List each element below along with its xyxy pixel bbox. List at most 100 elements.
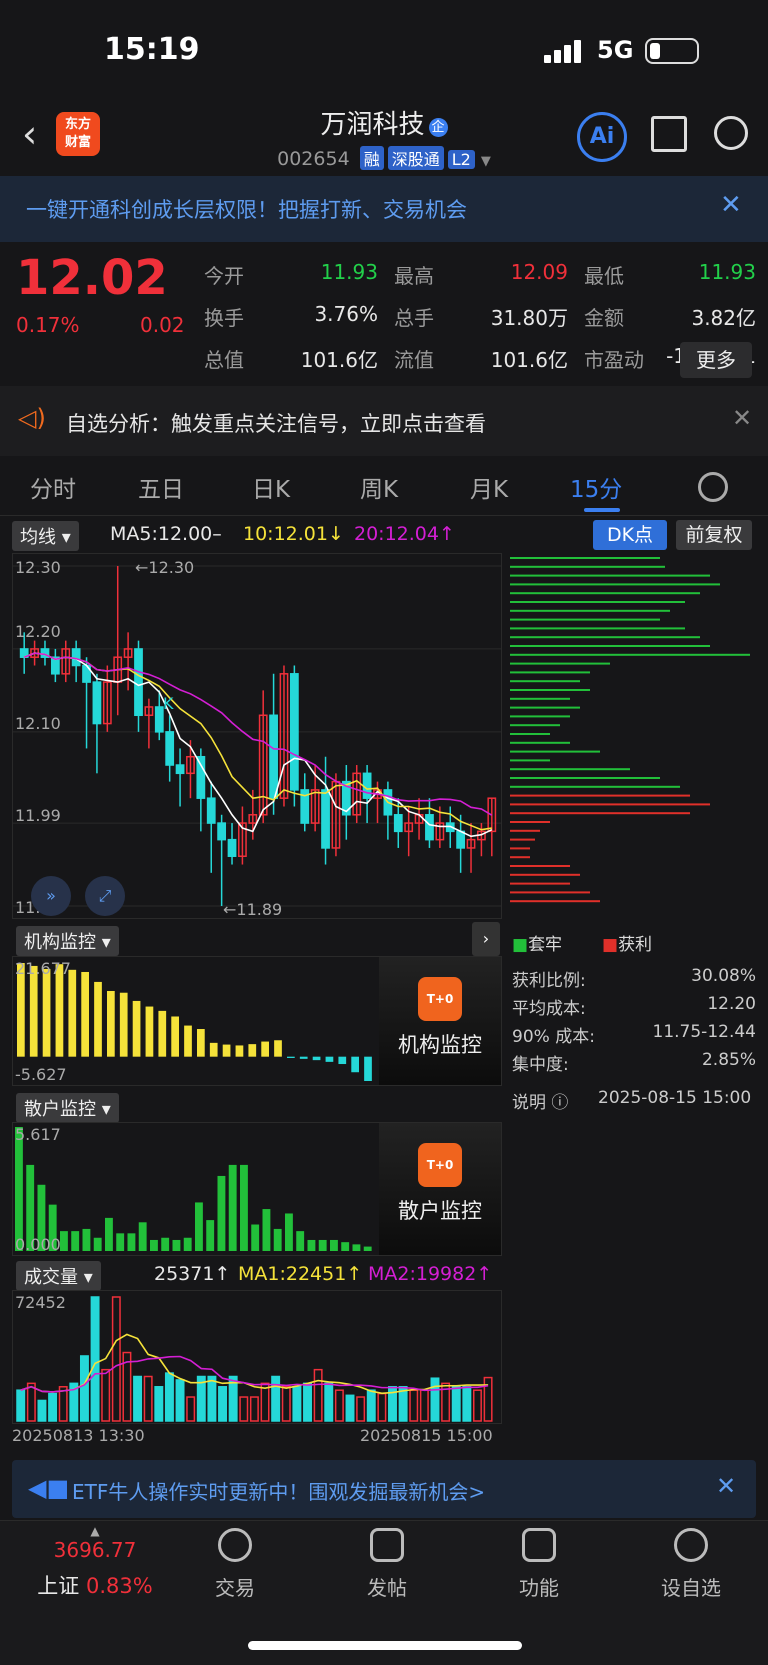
chip-stat-value: 12.20 [707, 994, 756, 1014]
close-icon[interactable]: ✕ [716, 1472, 736, 1500]
ytick-label: 12.10 [15, 714, 61, 733]
tab-weekly[interactable]: 周K [360, 470, 398, 504]
search-icon[interactable] [714, 116, 748, 150]
institution-bar [171, 1016, 179, 1057]
institution-bar [222, 1044, 231, 1057]
kline-svg [13, 565, 501, 907]
retail-promo[interactable]: T+0 散户监控 [379, 1123, 501, 1255]
xaxis-end: 20250815 15:00 [360, 1426, 493, 1445]
close-icon[interactable]: ✕ [720, 190, 742, 220]
low-marker: ←11.89 [223, 900, 283, 919]
candle-body [362, 772, 372, 799]
volume-bar [377, 1392, 387, 1422]
retail-ymin: 0.000 [15, 1235, 61, 1254]
chip-bar-profit [510, 891, 590, 894]
more-button[interactable]: 更多 [680, 342, 752, 378]
volume-bar [239, 1396, 249, 1422]
volume-bar [345, 1394, 355, 1422]
promo-banner-bottom[interactable]: ◀■ ETF牛人操作实时更新中！围观发掘最新机会> ✕ [12, 1460, 756, 1518]
volume-bar [37, 1399, 47, 1422]
retail-bar [341, 1242, 350, 1251]
adjust-button[interactable]: 前复权 [676, 520, 752, 550]
volume-bar [366, 1389, 376, 1422]
volume-chart[interactable]: 72452 [12, 1290, 502, 1424]
active-tab-indicator [584, 508, 620, 512]
legend-hold-text: 套牢 [528, 935, 563, 955]
nav-post[interactable]: 发帖 [332, 1528, 442, 1601]
yen-icon [218, 1528, 252, 1562]
institution-ymax: 21.677 [15, 959, 71, 978]
retail-bar [195, 1202, 203, 1251]
institution-bar [287, 1056, 295, 1058]
indicator-dropdown[interactable]: 均线 ▾ [12, 521, 79, 551]
promo-banner-top[interactable]: 一键开通科创成长层权限！把握打新、交易机会 ✕ [0, 176, 768, 242]
chevron-right-icon[interactable]: › [472, 922, 500, 956]
institution-bar [248, 1044, 257, 1057]
ma10-line [23, 652, 492, 831]
share-icon[interactable] [651, 116, 687, 152]
tab-monthly[interactable]: 月K [470, 470, 508, 504]
legend-profit-swatch: ■ [602, 935, 619, 955]
ytick-label: 11.99 [15, 806, 61, 825]
battery-icon [645, 38, 699, 64]
nav-add-watchlist[interactable]: 设自选 [636, 1528, 746, 1601]
last-price: 12.02 [16, 250, 168, 306]
index-widget[interactable]: ▲ 3696.77 上证 0.83% [20, 1524, 170, 1600]
analysis-alert[interactable]: ◁) 自选分析：触发重点关注信号，立即点击查看 ✕ [0, 386, 768, 456]
institution-bar [274, 1040, 282, 1057]
quote-field-value: 11.93 [320, 260, 378, 284]
chip-bar-hold [510, 565, 665, 568]
quote-field-label: 市盈动 [584, 348, 644, 372]
k-marker: K [163, 694, 174, 713]
ai-button[interactable]: Ai [577, 112, 627, 162]
enterprise-badge: 企 [428, 118, 448, 137]
institution-bar [299, 1056, 308, 1059]
institution-promo[interactable]: T+0 机构监控 [379, 957, 501, 1085]
close-icon[interactable]: ✕ [732, 404, 752, 432]
institution-bar [338, 1056, 347, 1065]
volume-ma1: MA1:22451↑ [238, 1263, 363, 1285]
retail-bar [330, 1239, 338, 1251]
chip-bar-hold [510, 671, 590, 674]
chip-bar-hold [510, 697, 570, 700]
institution-dropdown[interactable]: 机构监控 ▾ [16, 926, 119, 956]
fullscreen-icon[interactable]: ⤢ [85, 876, 125, 916]
chip-bar-profit [510, 873, 580, 876]
volume-bar [16, 1389, 26, 1422]
ma5-label: MA5:12.00– [110, 523, 222, 545]
institution-bar [351, 1056, 359, 1073]
volume-dropdown[interactable]: 成交量 ▾ [16, 1261, 101, 1291]
signal-icon [544, 40, 584, 63]
tab-daily[interactable]: 日K [252, 470, 290, 504]
tab-5day[interactable]: 五日 [138, 470, 184, 504]
volume-bar [186, 1396, 196, 1422]
chip-distribution [510, 553, 760, 919]
retail-bar [15, 1127, 23, 1251]
chip-note-text: 说明 [512, 1093, 546, 1113]
volume-bar [281, 1386, 291, 1422]
retail-bar [318, 1239, 327, 1251]
expand-icon[interactable]: » [31, 876, 71, 916]
chip-note[interactable]: 说明 ⓘ [512, 1088, 568, 1113]
retail-bar [273, 1228, 282, 1251]
chip-bar-hold [510, 645, 710, 647]
volume-bar [356, 1396, 366, 1422]
kline-chart[interactable]: 12.30 12.20 12.10 11.99 11.89 ←12.30 ←11… [12, 553, 502, 919]
quote-field-label: 换手 [204, 306, 244, 330]
nav-trade[interactable]: 交易 [180, 1528, 290, 1601]
tab-intraday[interactable]: 分时 [30, 470, 76, 504]
retail-bar [138, 1222, 147, 1251]
tag-connect: 深股通 [387, 146, 444, 170]
ma20-label: 20:12.04↑ [354, 523, 455, 545]
retail-bar [127, 1233, 136, 1251]
retail-dropdown[interactable]: 散户监控 ▾ [16, 1093, 119, 1123]
nav-function[interactable]: 功能 [484, 1528, 594, 1601]
chip-bar-hold [510, 653, 750, 656]
retail-bar [296, 1231, 305, 1251]
volume-bar [175, 1379, 185, 1422]
dk-point-button[interactable]: DK点 [593, 520, 667, 550]
gear-icon[interactable] [698, 472, 728, 502]
tag-l2: L2 [447, 150, 475, 169]
volume-bar [334, 1389, 344, 1422]
tab-15min[interactable]: 15分 [570, 470, 622, 504]
